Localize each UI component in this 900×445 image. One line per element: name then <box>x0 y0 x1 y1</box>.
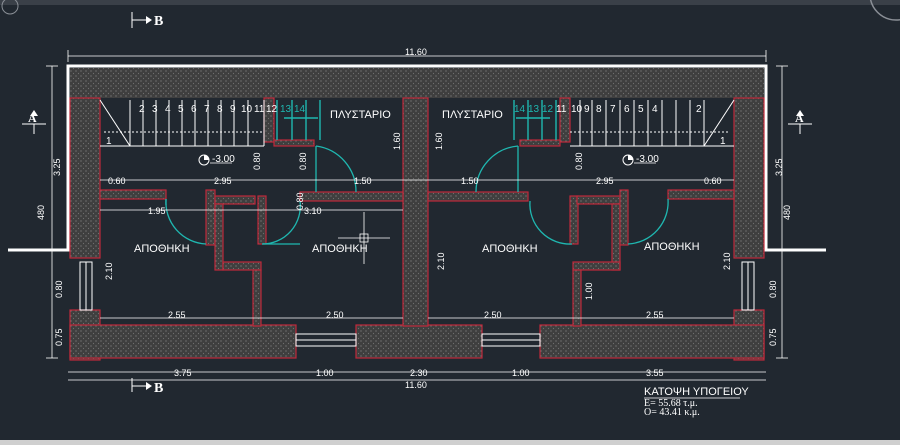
section-marker-bottom: B <box>131 378 163 396</box>
dim: 0.75 <box>54 328 64 346</box>
dim: 1.60 <box>392 132 402 150</box>
step-number: 7 <box>610 104 616 115</box>
step-number: 10 <box>241 104 253 115</box>
dim: 0.60 <box>704 176 722 186</box>
room-label-storage: ΑΠΟΘΗΚΗ <box>644 241 700 253</box>
section-marker-right: A <box>788 110 812 134</box>
dim: 1.00 <box>316 368 334 378</box>
section-letter: B <box>154 381 163 396</box>
room-label-storage: ΑΠΟΘΗΚΗ <box>482 243 538 255</box>
step-number: 4 <box>165 104 171 115</box>
dim: 1.00 <box>584 282 594 300</box>
dim: 480 <box>782 205 792 220</box>
dim: 2.50 <box>326 310 344 320</box>
dim: 2.55 <box>646 310 664 320</box>
dim: 3.55 <box>646 368 664 378</box>
step-number: 12 <box>266 104 278 115</box>
step-number: 5 <box>178 104 184 115</box>
dim: 3.25 <box>52 158 62 176</box>
dim: 0.80 <box>574 152 584 170</box>
dim: 3.10 <box>304 206 322 216</box>
status-strip <box>0 440 900 445</box>
dim: 0.80 <box>54 280 64 298</box>
dim: 1.95 <box>148 206 166 216</box>
level-markers: -3.00 -3.00 <box>198 154 659 166</box>
volume-text: Ο= 43.41 κ.μ. <box>644 407 700 418</box>
walls <box>69 97 765 361</box>
step-number: 13 <box>280 104 292 115</box>
room-label-storage: ΑΠΟΘΗΚΗ <box>312 243 368 255</box>
dim: 3.25 <box>774 158 784 176</box>
step-number: 2 <box>139 104 145 115</box>
step-number: 14 <box>294 104 306 115</box>
dim: 1.50 <box>461 176 479 186</box>
dim: 480 <box>36 205 46 220</box>
step-number: 9 <box>230 104 236 115</box>
step-number: 14 <box>514 104 526 115</box>
section-marker-left: A <box>22 110 46 134</box>
level-label: -3.00 <box>212 154 235 165</box>
step-number: 11 <box>556 104 567 115</box>
dim: 2.95 <box>214 176 232 186</box>
step-number: 8 <box>596 104 602 115</box>
dim: 2.10 <box>104 262 114 280</box>
section-marker-top: B <box>131 12 163 29</box>
dim: 2.55 <box>168 310 186 320</box>
step-number: 12 <box>542 104 554 115</box>
step-number: 13 <box>528 104 540 115</box>
step-number: 5 <box>638 104 644 115</box>
step-number: 6 <box>624 104 630 115</box>
drawing-title: ΚΑΤΟΨΗ ΥΠΟΓΕΙΟΥ <box>644 386 749 398</box>
dim: 0.80 <box>768 280 778 298</box>
step-number: 7 <box>204 104 210 115</box>
room-label-storage: ΑΠΟΘΗΚΗ <box>134 243 190 255</box>
step-number: 3 <box>152 104 158 115</box>
step-number: 9 <box>584 104 590 115</box>
floor-plan-drawing[interactable]: 2 3 4 5 6 7 8 9 10 11 12 13 14 1 14 13 1… <box>0 0 900 440</box>
dim: 2.95 <box>596 176 614 186</box>
title-block: ΚΑΤΟΨΗ ΥΠΟΓΕΙΟΥ Ε= 55.68 τ.μ. Ο= 43.41 κ… <box>644 386 749 418</box>
dim-overall-bottom: 11.60 <box>405 380 427 390</box>
section-letter: A <box>28 111 37 125</box>
level-label: -3.00 <box>636 154 659 165</box>
dim: 2.30 <box>410 368 428 378</box>
viewcube-icon[interactable] <box>1 0 900 21</box>
dim: 2.50 <box>484 310 502 320</box>
step-number: 6 <box>191 104 197 115</box>
dim: 0.60 <box>108 176 126 186</box>
step-number: 4 <box>652 104 658 115</box>
dim: 1.50 <box>354 176 372 186</box>
step-number: 2 <box>696 104 702 115</box>
dim: 0.80 <box>298 152 308 170</box>
dim: 0.75 <box>768 328 778 346</box>
room-label-plystario-left: ΠΛΥΣΤΑΡΙΟ <box>330 109 391 121</box>
section-letter: A <box>795 111 804 125</box>
dim: 2.10 <box>436 252 446 270</box>
step-number: 1 <box>106 136 112 147</box>
crosshair-cursor <box>338 212 390 264</box>
dim-overall-top: 11.60 <box>405 47 427 57</box>
step-number: 8 <box>217 104 223 115</box>
step-number: 10 <box>571 104 583 115</box>
dim: 1.60 <box>434 132 444 150</box>
dim: 0.80 <box>295 192 305 210</box>
dim: 2.10 <box>722 252 732 270</box>
dim: 3.75 <box>174 368 192 378</box>
dim: 1.00 <box>512 368 530 378</box>
section-letter: B <box>154 14 163 29</box>
step-number: 11 <box>254 104 265 115</box>
room-label-plystario-right: ΠΛΥΣΤΑΡΙΟ <box>442 109 503 121</box>
step-number: 1 <box>720 136 726 147</box>
dim: 0.80 <box>252 152 262 170</box>
